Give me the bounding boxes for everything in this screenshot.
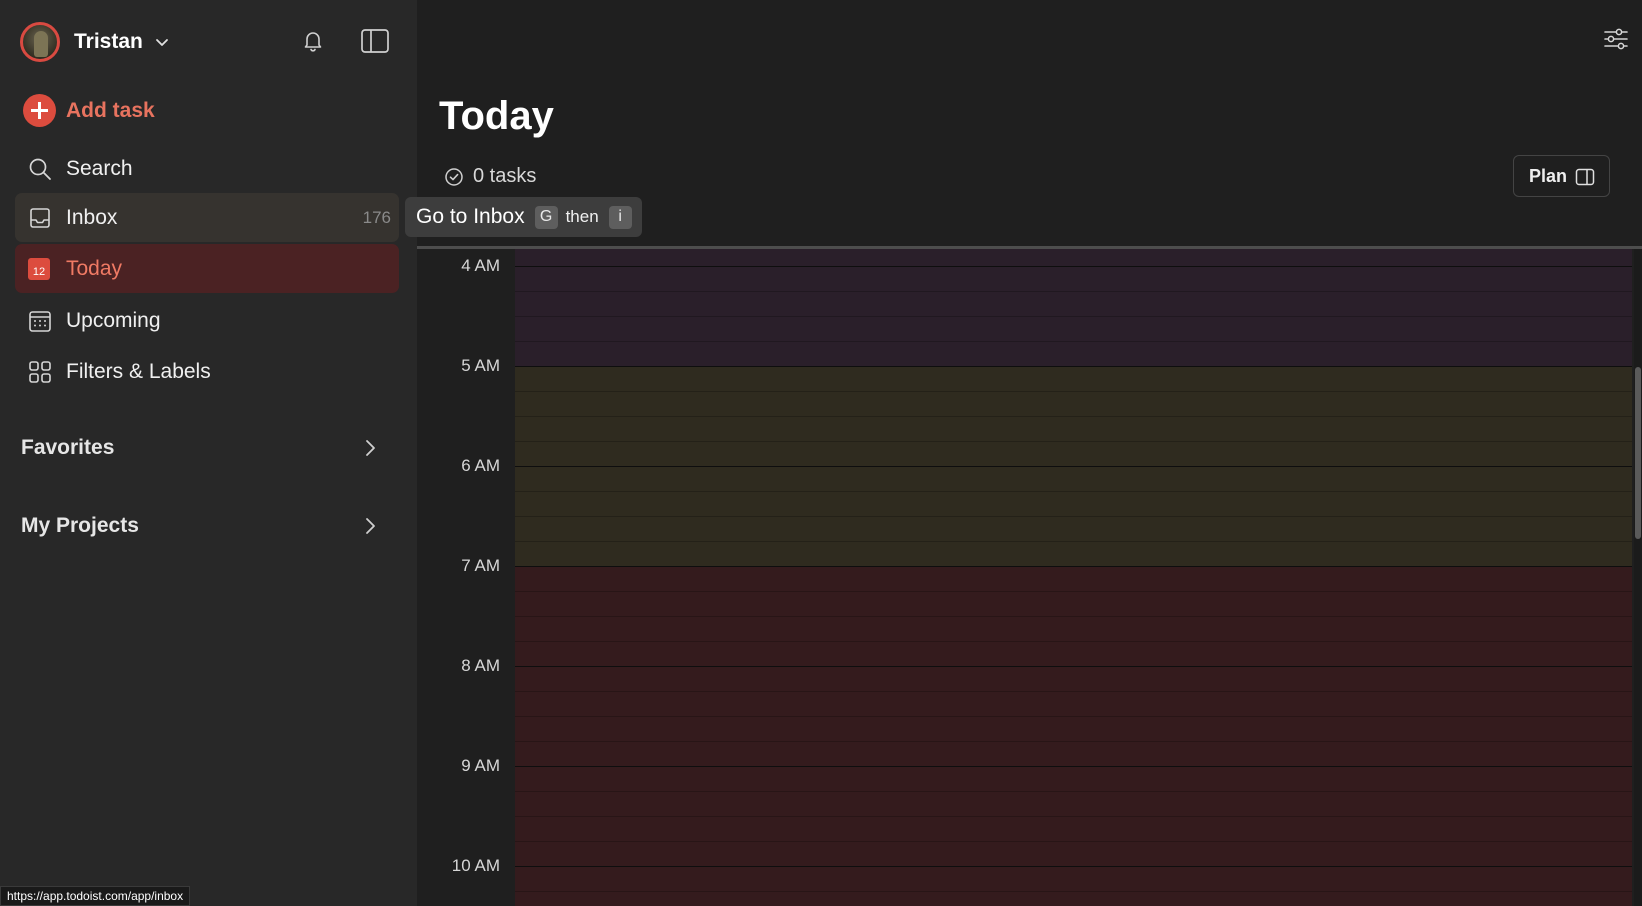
quarter-gridline bbox=[515, 591, 1632, 592]
quarter-gridline bbox=[515, 341, 1632, 342]
section-my-projects[interactable]: My Projects bbox=[21, 506, 391, 546]
quarter-gridline bbox=[515, 291, 1632, 292]
tooltip-then: then bbox=[565, 207, 599, 226]
sidebar-item-today[interactable]: 12 Today bbox=[15, 244, 399, 293]
view-settings-icon[interactable] bbox=[1602, 25, 1630, 53]
quarter-gridline bbox=[515, 641, 1632, 642]
quarter-gridline bbox=[515, 441, 1632, 442]
quarter-gridline bbox=[515, 741, 1632, 742]
side-panel-icon bbox=[1575, 168, 1595, 186]
time-gutter bbox=[417, 249, 515, 906]
quarter-gridline bbox=[515, 841, 1632, 842]
day-timeline[interactable]: 4 AM 5 AM 6 AM 7 AM 8 AM 9 AM 10 AM bbox=[417, 246, 1642, 906]
search-icon bbox=[29, 158, 51, 180]
hour-gridline bbox=[515, 866, 1632, 867]
sidebar: Tristan Add task Search Inbox 176 12 Tod… bbox=[0, 0, 417, 906]
hour-label: 7 AM bbox=[461, 556, 500, 575]
avatar bbox=[20, 22, 60, 62]
quarter-gridline bbox=[515, 791, 1632, 792]
hour-label: 9 AM bbox=[461, 756, 500, 775]
task-count-text: 0 tasks bbox=[473, 165, 537, 187]
inbox-icon bbox=[30, 208, 50, 228]
plan-button-label: Plan bbox=[1529, 165, 1568, 186]
hour-gridline bbox=[515, 466, 1632, 467]
sidebar-toggle-icon[interactable] bbox=[360, 27, 390, 55]
hour-gridline bbox=[515, 366, 1632, 367]
hour-gridline bbox=[515, 566, 1632, 567]
user-name: Tristan bbox=[74, 30, 143, 53]
calendar-today-icon: 12 bbox=[28, 258, 50, 280]
section-label: Favorites bbox=[21, 436, 115, 459]
calendar-grid-icon bbox=[29, 311, 51, 332]
plan-button[interactable]: Plan bbox=[1513, 155, 1610, 197]
hour-gridline bbox=[515, 266, 1632, 267]
hour-gridline bbox=[515, 766, 1632, 767]
app-window: Tristan Add task Search Inbox 176 12 Tod… bbox=[0, 0, 1642, 906]
chevron-right-icon[interactable] bbox=[359, 437, 381, 459]
quarter-gridline bbox=[515, 416, 1632, 417]
status-bar-url: https://app.todoist.com/app/inbox bbox=[0, 886, 191, 906]
hour-label: 10 AM bbox=[451, 856, 500, 875]
add-task-button[interactable]: Add task bbox=[15, 86, 399, 135]
section-label: My Projects bbox=[21, 514, 139, 537]
sidebar-item-label: Upcoming bbox=[66, 308, 161, 332]
quarter-gridline bbox=[515, 616, 1632, 617]
quarter-gridline bbox=[515, 316, 1632, 317]
quarter-gridline bbox=[515, 816, 1632, 817]
quarter-gridline bbox=[515, 716, 1632, 717]
plus-circle-icon bbox=[23, 94, 56, 127]
scrollbar-thumb[interactable] bbox=[1635, 367, 1641, 539]
sidebar-item-upcoming[interactable]: Upcoming bbox=[15, 296, 399, 345]
chevron-down-icon bbox=[155, 39, 168, 46]
quarter-gridline bbox=[515, 516, 1632, 517]
time-band-day bbox=[515, 566, 1632, 906]
quarter-gridline bbox=[515, 541, 1632, 542]
task-count: 0 tasks bbox=[444, 165, 536, 188]
quarter-gridline bbox=[515, 491, 1632, 492]
check-circle-icon bbox=[445, 167, 463, 186]
sidebar-item-label: Today bbox=[66, 256, 123, 280]
shortcut-key: i bbox=[608, 205, 632, 229]
tooltip-text: Go to Inbox bbox=[416, 205, 525, 228]
shortcut-key: G bbox=[534, 205, 558, 229]
sidebar-item-inbox[interactable]: Inbox 176 bbox=[15, 193, 399, 242]
sidebar-item-search[interactable]: Search bbox=[15, 144, 399, 193]
inbox-count-badge: 176 bbox=[362, 207, 391, 227]
vertical-scrollbar[interactable] bbox=[1634, 249, 1642, 906]
hour-label: 6 AM bbox=[461, 456, 500, 475]
bell-icon[interactable] bbox=[300, 28, 326, 54]
quarter-gridline bbox=[515, 391, 1632, 392]
quarter-gridline bbox=[515, 691, 1632, 692]
hour-label: 5 AM bbox=[461, 356, 500, 375]
sidebar-item-label: Search bbox=[66, 156, 133, 180]
chevron-right-icon[interactable] bbox=[359, 515, 381, 537]
hour-label: 4 AM bbox=[461, 256, 500, 275]
section-favorites[interactable]: Favorites bbox=[21, 428, 391, 468]
hour-label: 8 AM bbox=[461, 656, 500, 675]
hour-gridline bbox=[515, 666, 1632, 667]
page-title: Today bbox=[439, 94, 554, 138]
sidebar-item-label: Inbox bbox=[66, 205, 118, 229]
inbox-shortcut-tooltip: Go to Inbox G then i bbox=[405, 197, 642, 237]
sidebar-item-label: Filters & Labels bbox=[66, 359, 211, 383]
add-task-label: Add task bbox=[66, 98, 155, 122]
sidebar-item-filters-labels[interactable]: Filters & Labels bbox=[15, 347, 399, 396]
main-content: Today 0 tasks Plan 4 AM 5 AM 6 AM 7 AM 8 AM 9… bbox=[417, 0, 1642, 906]
grid-icon bbox=[29, 361, 51, 383]
quarter-gridline bbox=[515, 891, 1632, 892]
user-menu[interactable]: Tristan bbox=[20, 21, 171, 63]
